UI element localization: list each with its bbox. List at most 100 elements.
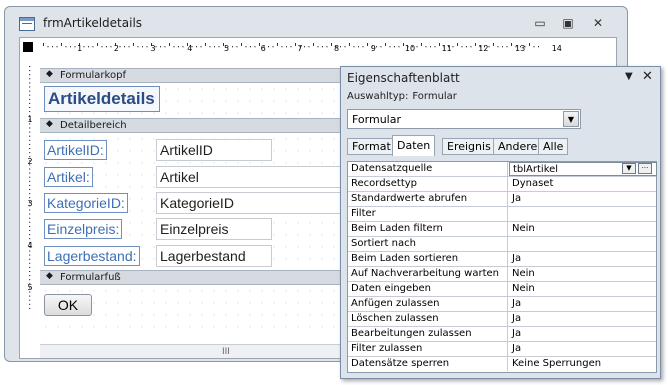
minimize-button[interactable]: ▭ bbox=[529, 14, 551, 32]
property-name: Recordsettyp bbox=[348, 177, 508, 191]
ruler-tick bbox=[439, 43, 440, 46]
tab-andere[interactable]: Andere bbox=[493, 138, 543, 155]
ruler-tick bbox=[286, 46, 287, 48]
property-row[interactable]: Recordsettyp Dynaset bbox=[348, 177, 656, 192]
ruler-tick bbox=[119, 46, 121, 48]
section-bar-detail[interactable]: ◆ Detailbereich bbox=[40, 118, 375, 133]
property-sheet-title: Eigenschaftenblatt bbox=[347, 71, 460, 85]
field-textbox-artikelid[interactable]: ArtikelID bbox=[156, 139, 272, 161]
horizontal-scrollbar[interactable]: III bbox=[40, 344, 340, 358]
tab-alle[interactable]: Alle bbox=[538, 138, 569, 155]
property-row[interactable]: Bearbeitungen zulassen Ja bbox=[348, 327, 656, 342]
record-source-dropdown-icon[interactable]: ▼ bbox=[622, 163, 636, 174]
property-value[interactable]: Ja bbox=[509, 192, 657, 206]
ruler-tick bbox=[133, 43, 134, 46]
field-textbox-kategorieid[interactable]: KategorieID bbox=[156, 192, 356, 214]
ruler-tick bbox=[344, 46, 346, 48]
field-label-einzelpreis[interactable]: Einzelpreis: bbox=[44, 219, 123, 239]
property-value[interactable]: Ja bbox=[509, 252, 657, 266]
object-select[interactable]: Formular ▼ bbox=[347, 109, 581, 129]
field-label-artikelid[interactable]: ArtikelID: bbox=[44, 140, 107, 160]
property-value[interactable]: Keine Sperrungen bbox=[509, 357, 657, 371]
tab-ereignis[interactable]: Ereignis bbox=[442, 138, 496, 155]
property-row[interactable]: Datensatzquelle tblArtikel ▼ ··· bbox=[348, 162, 657, 177]
property-row[interactable]: Standardwerte abrufen Ja bbox=[348, 192, 656, 207]
property-value[interactable]: Nein bbox=[509, 222, 657, 236]
ruler-tick bbox=[106, 46, 107, 48]
close-button[interactable]: ✕ bbox=[587, 14, 609, 32]
ruler-tick bbox=[146, 46, 148, 48]
ruler-tick bbox=[128, 46, 130, 48]
section-bar-header[interactable]: ◆ Formularkopf bbox=[40, 68, 375, 83]
ruler-tick bbox=[29, 148, 31, 149]
ruler-tick bbox=[385, 43, 386, 46]
property-row[interactable]: Beim Laden sortieren Ja bbox=[348, 252, 656, 267]
ruler-tick bbox=[29, 258, 31, 260]
ok-button[interactable]: OK bbox=[44, 294, 92, 316]
property-row[interactable]: Sortiert nach bbox=[348, 237, 656, 252]
property-row[interactable]: Datensätze sperren Keine Sperrungen bbox=[348, 357, 656, 372]
ruler-tick bbox=[389, 46, 391, 48]
ruler-number: 11 bbox=[442, 44, 452, 53]
property-row[interactable]: Filter zulassen Ja bbox=[348, 342, 656, 357]
property-value[interactable]: Ja bbox=[509, 312, 657, 326]
property-row[interactable]: Anfügen zulassen Ja bbox=[348, 297, 656, 312]
close-icon[interactable]: ✕ bbox=[642, 69, 653, 84]
ruler-tick bbox=[29, 86, 31, 88]
ruler-tick bbox=[290, 46, 292, 48]
property-value[interactable]: Dynaset bbox=[509, 177, 657, 191]
property-row[interactable]: Filter bbox=[348, 207, 656, 222]
property-row[interactable]: Löschen zulassen Ja bbox=[348, 312, 656, 327]
property-value[interactable]: Nein bbox=[509, 267, 657, 281]
ruler-tick bbox=[142, 46, 143, 48]
tab-daten[interactable]: Daten bbox=[392, 135, 436, 156]
ruler-tick bbox=[457, 43, 458, 46]
property-value[interactable]: Ja bbox=[509, 342, 657, 356]
dropdown-arrow-icon[interactable]: ▼ bbox=[563, 111, 579, 127]
ruler-tick bbox=[164, 46, 166, 48]
property-value[interactable] bbox=[509, 237, 657, 251]
ruler-tick bbox=[434, 46, 436, 48]
ruler-tick bbox=[101, 46, 103, 48]
section-toggle-icon: ◆ bbox=[46, 271, 53, 281]
ruler-tick bbox=[29, 230, 31, 231]
builder-button[interactable]: ··· bbox=[638, 163, 652, 174]
ruler-number: 8 bbox=[334, 44, 339, 53]
ruler-tick bbox=[110, 46, 112, 48]
ruler-tick bbox=[29, 102, 31, 104]
ruler-tick bbox=[29, 78, 31, 80]
vertical-ruler: 1 2 3 4 5 bbox=[27, 66, 33, 309]
window-titlebar[interactable]: frmArtikeldetails ▭ ▣ ✕ bbox=[5, 7, 627, 37]
property-row[interactable]: Beim Laden filtern Nein bbox=[348, 222, 656, 237]
ruler-number: 1 bbox=[77, 44, 82, 53]
field-label-artikel[interactable]: Artikel: bbox=[44, 167, 93, 187]
ruler-tick bbox=[29, 221, 31, 223]
property-value[interactable]: Ja bbox=[509, 327, 657, 341]
ruler-tick bbox=[254, 46, 256, 48]
property-row[interactable]: Daten eingeben Nein bbox=[348, 282, 656, 297]
form-title-label[interactable]: Artikeldetails bbox=[44, 86, 160, 112]
tab-format[interactable]: Format bbox=[347, 138, 396, 155]
field-textbox-artikel[interactable]: Artikel bbox=[156, 166, 356, 188]
restore-button[interactable]: ▣ bbox=[557, 14, 579, 32]
ruler-tick bbox=[461, 46, 463, 48]
property-value[interactable]: Ja bbox=[509, 297, 657, 311]
ruler-tick bbox=[29, 184, 31, 186]
property-value[interactable] bbox=[509, 207, 657, 221]
field-textbox-lagerbestand[interactable]: Lagerbestand bbox=[156, 245, 272, 267]
section-bar-footer[interactable]: ◆ Formularfuß bbox=[40, 270, 375, 285]
field-textbox-einzelpreis[interactable]: Einzelpreis bbox=[156, 218, 272, 240]
field-label-kategorieid[interactable]: KategorieID: bbox=[44, 193, 128, 213]
ruler-tick bbox=[425, 46, 427, 48]
field-label-lagerbestand[interactable]: Lagerbestand: bbox=[44, 246, 140, 266]
form-selector[interactable] bbox=[23, 42, 33, 52]
ruler-tick bbox=[178, 46, 179, 48]
ruler-tick bbox=[29, 98, 31, 100]
property-value[interactable]: Nein bbox=[509, 282, 657, 296]
property-row[interactable]: Auf Nachverarbeitung warten Nein bbox=[348, 267, 656, 282]
chevron-down-icon[interactable]: ▼ bbox=[625, 71, 633, 82]
ruler-tick bbox=[317, 46, 319, 48]
ruler-tick bbox=[538, 46, 539, 48]
ruler-tick bbox=[29, 295, 31, 297]
section-label-detail: Detailbereich bbox=[60, 120, 127, 131]
